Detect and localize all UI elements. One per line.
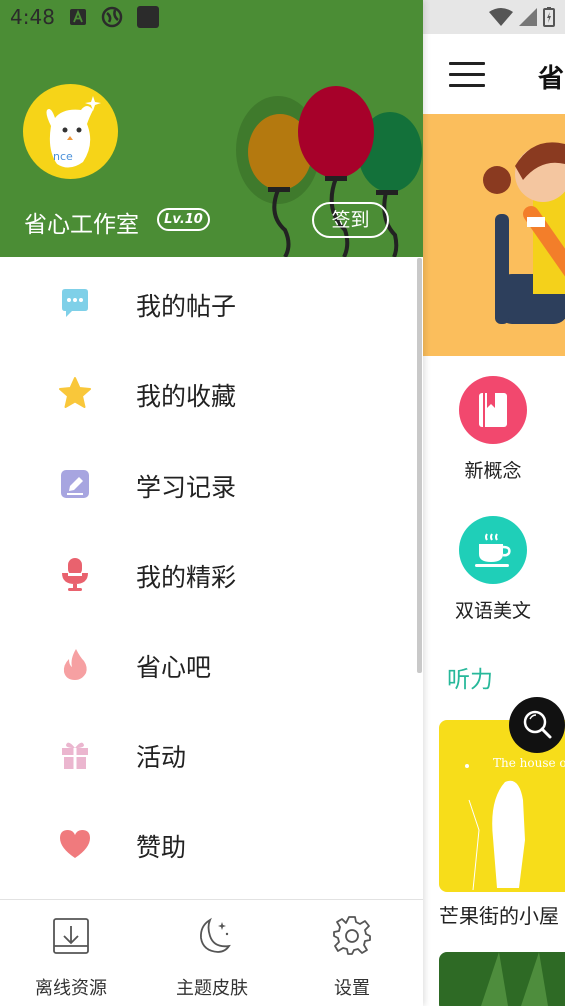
chat-bubble-icon	[62, 289, 88, 317]
category-label: 新概念	[464, 460, 522, 482]
flame-icon	[63, 649, 87, 680]
app-bar: 省	[423, 34, 565, 114]
menu-item-favorites[interactable]: 我的收藏	[0, 347, 415, 437]
menu-label: 活动	[136, 743, 187, 772]
status-time: 4:48	[10, 5, 55, 29]
menu-item-community[interactable]: 省心吧	[0, 618, 415, 708]
menu-item-sponsor[interactable]: 赞助	[0, 798, 415, 888]
offline-resources-button[interactable]: 离线资源	[16, 916, 126, 1000]
wifi-icon	[489, 8, 513, 26]
menu-label: 学习记录	[136, 473, 237, 502]
book-icon	[459, 376, 527, 444]
drawer-bottom-bar: 离线资源 主题皮肤 设置	[0, 899, 423, 1006]
menu-label: 我的精彩	[136, 563, 237, 592]
theme-skin-button[interactable]: 主题皮肤	[157, 916, 267, 1000]
app-square-icon	[136, 6, 159, 28]
menu-item-highlights[interactable]: 我的精彩	[0, 528, 415, 618]
status-bar: 4:48	[10, 4, 159, 30]
search-fab[interactable]	[509, 697, 565, 753]
category-new-concept[interactable]: 新概念	[453, 376, 533, 483]
gift-icon	[62, 742, 88, 769]
heart-icon	[60, 830, 90, 858]
moon-icon	[200, 917, 231, 953]
microphone-icon	[62, 558, 88, 591]
notification-a-icon	[69, 9, 86, 25]
menu-icon[interactable]	[449, 62, 485, 88]
category-label: 双语美文	[454, 600, 531, 622]
menu-label: 我的帖子	[136, 292, 237, 321]
bottom-label: 离线资源	[35, 978, 107, 999]
gear-icon	[333, 916, 371, 955]
status-bar-right	[423, 0, 565, 34]
menu-item-activities[interactable]: 活动	[0, 708, 415, 798]
signal-icon	[519, 8, 537, 26]
navigation-drawer: 4:48 nce 省心工作室 Lv.10 签到 我的帖子 我的收藏 学习记录 我…	[0, 0, 423, 1006]
svg-text:nce: nce	[53, 150, 73, 163]
checkin-button[interactable]: 签到	[312, 202, 389, 238]
app-title: 省	[538, 64, 565, 94]
level-badge: Lv.10	[157, 208, 210, 231]
globe-icon	[101, 6, 123, 28]
avatar[interactable]: nce	[23, 84, 118, 179]
bottom-label: 主题皮肤	[176, 978, 248, 999]
menu-item-study-records[interactable]: 学习记录	[0, 438, 415, 528]
banner-image[interactable]	[423, 114, 565, 356]
scrollbar-thumb[interactable]	[417, 258, 422, 673]
card-caption: 芒果街的小屋	[439, 904, 559, 928]
menu-item-my-posts[interactable]: 我的帖子	[0, 257, 415, 347]
menu-label: 我的收藏	[136, 382, 237, 411]
menu-label: 省心吧	[136, 653, 212, 682]
listening-card-2[interactable]	[439, 952, 565, 1006]
settings-button[interactable]: 设置	[297, 916, 407, 1000]
main-page: 省 新概念 双语美文 听力 The house on M	[423, 0, 565, 1006]
battery-icon	[543, 7, 555, 27]
search-icon	[523, 710, 552, 739]
star-icon	[59, 377, 91, 408]
menu-label: 赞助	[136, 833, 187, 862]
download-icon	[53, 918, 89, 954]
bottom-label: 设置	[334, 978, 370, 999]
section-title-listening: 听力	[447, 667, 493, 693]
coffee-cup-icon	[459, 516, 527, 584]
category-bilingual[interactable]: 双语美文	[453, 516, 533, 623]
user-name: 省心工作室	[24, 212, 139, 238]
drawer-header: 4:48 nce 省心工作室 Lv.10 签到	[0, 0, 423, 257]
edit-note-icon	[61, 470, 89, 498]
